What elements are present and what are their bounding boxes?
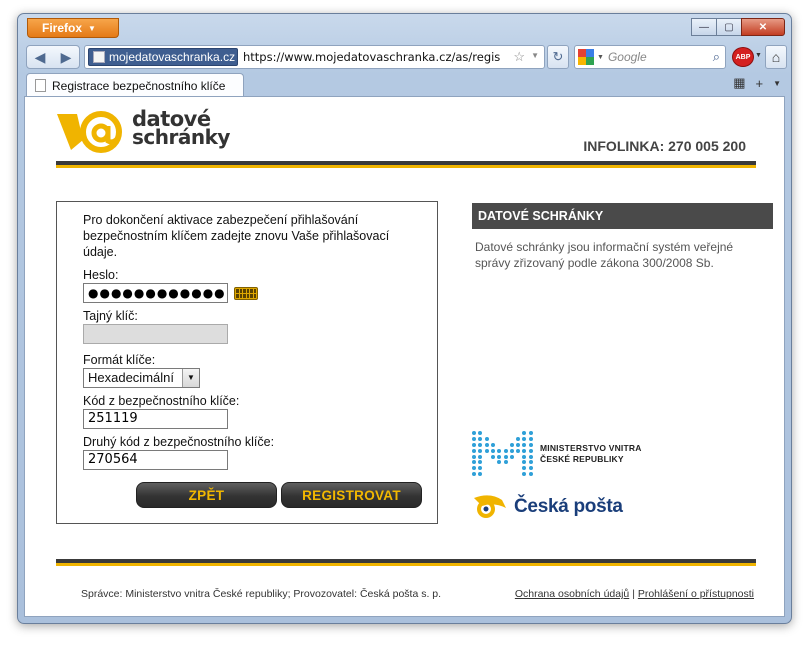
url-bar[interactable]: mojedatovaschranka.cz https://www.mojeda…: [84, 45, 545, 69]
infolinka-phone: INFOLINKA: 270 005 200: [583, 138, 746, 154]
tab-list-dropdown-icon[interactable]: ▼: [773, 79, 781, 88]
footer-operator-text: Správce: Ministerstvo vnitra České repub…: [81, 588, 442, 600]
close-icon: ✕: [758, 21, 768, 33]
register-button[interactable]: REGISTROVAT: [281, 482, 422, 508]
page-viewport: datové schránky INFOLINKA: 270 005 200 P…: [24, 96, 785, 617]
close-window-button[interactable]: ✕: [741, 18, 785, 36]
browser-window: Firefox ▼ — ▢ ✕ ◀ ▶ mojedatovaschranka.c…: [17, 13, 792, 624]
tab-title: Registrace bezpečnostního klíče: [52, 78, 226, 93]
mvcr-dots-icon: [472, 431, 534, 477]
page-icon: [35, 79, 46, 92]
ceska-posta-logo[interactable]: Česká pošta: [472, 494, 623, 520]
footer-divider-yellow: [56, 563, 756, 566]
key-format-select[interactable]: Hexadecimální ▼: [83, 368, 200, 388]
url-bar-icons: ☆ ▼: [513, 49, 544, 65]
url-text[interactable]: https://www.mojedatovaschranka.cz/as/reg…: [243, 50, 513, 64]
reload-button[interactable]: ↻: [547, 45, 569, 69]
footer-links: Ochrana osobních údajů | Prohlášení o př…: [515, 588, 754, 600]
site-identity-label: mojedatovaschranka.cz: [109, 50, 236, 64]
bookmark-star-icon[interactable]: ☆: [513, 49, 525, 65]
home-icon: ⌂: [771, 49, 781, 65]
sidebar-description: Datové schránky jsou informační systém v…: [475, 240, 734, 270]
google-icon: [578, 49, 594, 65]
key-format-value: Hexadecimální: [88, 370, 174, 385]
chevron-down-icon: ▼: [182, 369, 199, 387]
minimize-button[interactable]: —: [691, 18, 717, 36]
navigation-toolbar: ◀ ▶ mojedatovaschranka.cz https://www.mo…: [24, 44, 787, 70]
window-controls: — ▢ ✕: [691, 18, 785, 36]
header-divider-yellow: [56, 165, 756, 168]
code2-field[interactable]: 270564: [83, 450, 228, 470]
mvcr-logo[interactable]: MINISTERSTVO VNITRA ČESKÉ REPUBLIKY: [472, 431, 642, 477]
home-button[interactable]: ⌂: [765, 45, 787, 69]
adblock-label: ABP: [735, 53, 751, 61]
search-engine-dropdown-icon[interactable]: ▼: [597, 54, 604, 61]
reload-icon: ↻: [552, 49, 564, 64]
logo-wordmark: datové schránky: [132, 109, 230, 149]
privacy-link[interactable]: Ochrana osobních údajů: [515, 588, 629, 600]
history-dropdown-icon[interactable]: ▼: [531, 49, 539, 65]
site-identity-button[interactable]: mojedatovaschranka.cz: [88, 48, 238, 66]
tab-tools: ▦ + ▼: [733, 75, 781, 91]
virtual-keyboard-icon[interactable]: [234, 286, 258, 300]
accessibility-link[interactable]: Prohlášení o přístupnosti: [638, 588, 754, 600]
tab-groups-icon[interactable]: ▦: [733, 75, 745, 91]
back-forward-group: ◀ ▶: [26, 45, 80, 69]
maximize-icon: ▢: [724, 21, 734, 33]
code1-field[interactable]: 251119: [83, 409, 228, 429]
back-button[interactable]: ZPĚT: [136, 482, 277, 508]
key-format-label: Formát klíče:: [83, 353, 156, 367]
posta-wordmark: Česká pošta: [514, 496, 623, 517]
tab-registrace[interactable]: Registrace bezpečnostního klíče: [26, 73, 244, 97]
logo-line2: schránky: [132, 125, 230, 149]
search-input[interactable]: Google: [608, 50, 713, 64]
search-bar[interactable]: ▼ Google ⌕: [574, 45, 726, 69]
firefox-menu-label: Firefox: [42, 21, 83, 35]
mvcr-line2: ČESKÉ REPUBLIKY: [540, 454, 624, 464]
password-field[interactable]: ●●●●●●●●●●●●: [83, 283, 228, 303]
new-tab-plus-icon[interactable]: +: [755, 76, 763, 91]
form-intro-text: Pro dokončení aktivace zabezpečení přihl…: [83, 213, 390, 259]
mvcr-line1: MINISTERSTVO VNITRA: [540, 443, 642, 453]
adblock-dropdown-icon[interactable]: ▼: [755, 52, 762, 59]
adblock-plus-button[interactable]: ABP: [732, 47, 754, 67]
search-magnifier-icon[interactable]: ⌕: [713, 49, 720, 65]
maximize-button[interactable]: ▢: [716, 18, 742, 36]
at-sign-logo-icon: [57, 111, 122, 153]
chevron-down-icon: ▼: [88, 23, 96, 33]
code2-label: Druhý kód z bezpečnostního klíče:: [83, 435, 275, 449]
mvcr-wordmark: MINISTERSTVO VNITRA ČESKÉ REPUBLIKY: [540, 443, 642, 465]
back-arrow-icon[interactable]: ◀: [35, 49, 46, 66]
tab-bar: Registrace bezpečnostního klíče ▦ + ▼: [24, 72, 785, 97]
secret-key-label: Tajný klíč:: [83, 309, 138, 323]
forward-arrow-icon[interactable]: ▶: [61, 49, 72, 66]
footer-separator: |: [632, 588, 635, 600]
code1-label: Kód z bezpečnostního klíče:: [83, 394, 240, 408]
minimize-icon: —: [699, 21, 709, 33]
sidebar-heading: DATOVÉ SCHRÁNKY: [472, 203, 773, 229]
post-horn-icon: [474, 495, 506, 518]
registration-form: Pro dokončení aktivace zabezpečení přihl…: [56, 201, 438, 524]
password-label: Heslo:: [83, 268, 119, 282]
favicon-icon: [93, 51, 105, 63]
datove-schranky-logo[interactable]: datové schránky: [55, 109, 230, 160]
secret-key-field: [83, 324, 228, 344]
firefox-menu-button[interactable]: Firefox ▼: [27, 18, 119, 38]
